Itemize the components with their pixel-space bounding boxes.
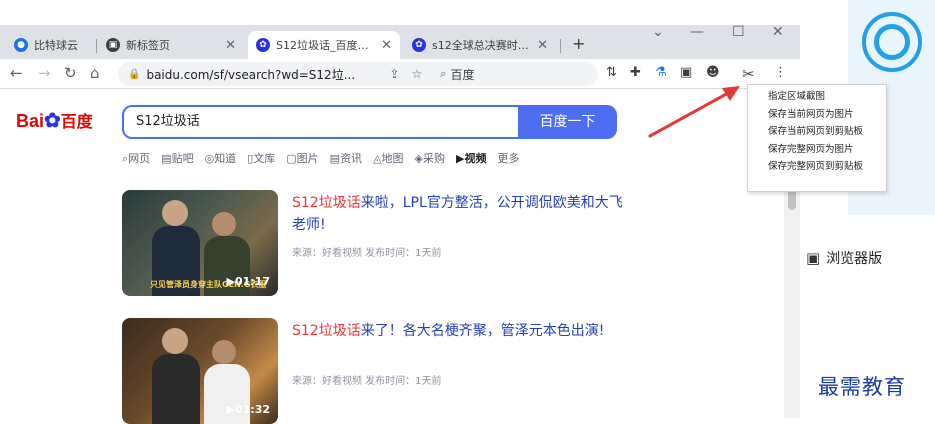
red-pointer-arrow <box>648 86 740 138</box>
